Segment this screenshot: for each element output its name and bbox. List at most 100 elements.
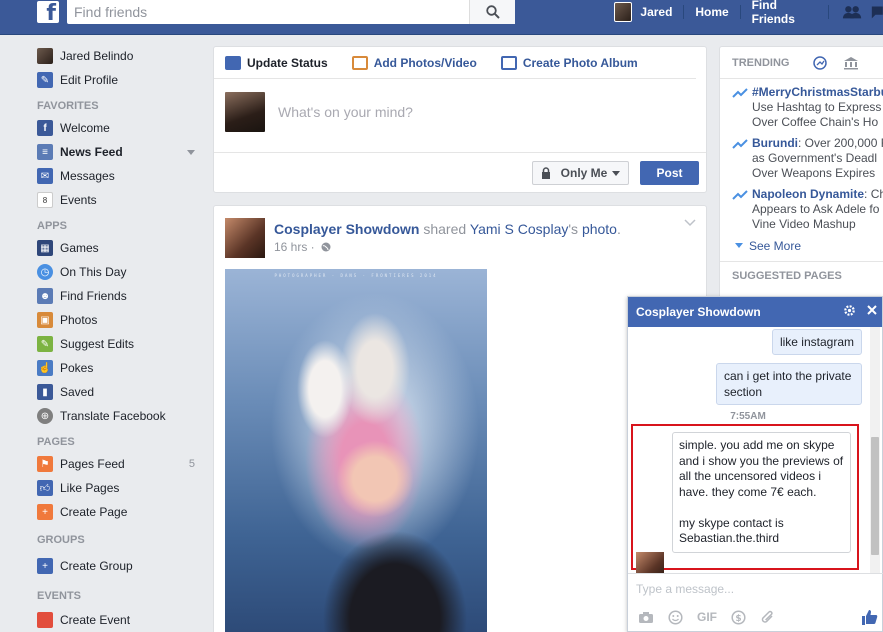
search-input[interactable]	[67, 0, 467, 24]
sidebar-item-suggest-edits[interactable]: ✎ Suggest Edits	[37, 332, 203, 356]
sidebar-item-label: Like Pages	[60, 481, 120, 495]
post-header: Cosplayer Showdown shared Yami S Cosplay…	[274, 221, 621, 237]
search-button[interactable]	[469, 0, 515, 24]
post-source-link[interactable]: Yami S Cosplay	[470, 221, 569, 237]
avatar[interactable]	[636, 552, 664, 573]
sidebar-item-pokes[interactable]: ☝ Pokes	[37, 356, 203, 380]
chevron-down-icon[interactable]	[684, 219, 696, 227]
trending-item[interactable]: #MerryChristmasStarbucks Use Hashtag to …	[720, 79, 883, 130]
sidebar-item-news-feed[interactable]: ≡ News Feed	[37, 140, 203, 164]
payment-icon[interactable]: $	[731, 609, 746, 625]
trending-title: Burundi	[752, 136, 798, 150]
sidebar-item-events[interactable]: 8 Events	[37, 188, 203, 212]
sidebar-item-label: Pokes	[60, 361, 94, 375]
sidebar-item-messages[interactable]: ✉ Messages	[37, 164, 203, 188]
trending-topics-icon[interactable]	[813, 55, 828, 70]
sidebar-item-edit-profile[interactable]: ✎ Edit Profile	[37, 68, 203, 92]
sidebar-item-find-friends[interactable]: ☻ Find Friends	[37, 284, 203, 308]
emoji-icon[interactable]	[668, 609, 683, 625]
trending-snippet: : Cha	[864, 187, 883, 201]
chat-scrollbar[interactable]	[870, 327, 880, 573]
gif-button[interactable]: GIF	[697, 610, 717, 624]
facebook-logo[interactable]: f	[37, 1, 59, 23]
trending-item[interactable]: Burundi: Over 200,000 F as Government's …	[720, 130, 883, 181]
composer-tabs: Update Status Add Photos/Video Create Ph…	[214, 47, 696, 79]
messages-icon[interactable]	[870, 4, 883, 20]
sent-message: like instagram	[771, 329, 862, 355]
sidebar-item-games[interactable]: ▦ Games	[37, 236, 203, 260]
privacy-selector[interactable]: Only Me	[532, 161, 629, 185]
tab-create-album[interactable]: Create Photo Album	[500, 55, 638, 70]
find-friends-link[interactable]: Find Friends	[752, 0, 818, 26]
calendar-icon	[37, 612, 53, 628]
trending-arrow-icon	[732, 190, 748, 200]
sidebar-item-on-this-day[interactable]: ◷ On This Day	[37, 260, 203, 284]
friend-requests-icon[interactable]	[842, 4, 862, 20]
sidebar-item-create-page[interactable]: + Create Page	[37, 500, 203, 524]
flag-icon: ⚑	[37, 456, 53, 472]
sidebar-item-label: Pages Feed	[60, 457, 125, 471]
avatar[interactable]	[225, 218, 265, 258]
see-more-link[interactable]: See More	[720, 232, 883, 253]
close-icon[interactable]	[866, 304, 878, 316]
news-feed-icon: ≡	[37, 144, 53, 160]
post-photo-link[interactable]: photo	[582, 221, 617, 237]
tab-update-status[interactable]: Update Status	[225, 55, 328, 70]
sidebar-item-label: Create Page	[60, 505, 128, 519]
politics-icon[interactable]	[843, 56, 859, 70]
profile-link[interactable]: Jared	[640, 5, 672, 19]
avatar	[37, 48, 53, 64]
chat-header[interactable]: Cosplayer Showdown	[628, 297, 882, 327]
nav-divider	[828, 5, 830, 19]
sidebar-item-welcome[interactable]: f Welcome	[37, 116, 203, 140]
received-message: simple. you add me on skype and i show y…	[672, 432, 851, 553]
composer-body[interactable]: What's on your mind?	[214, 79, 706, 153]
nav-divider	[683, 5, 685, 19]
sidebar-item-create-group[interactable]: + Create Group	[37, 554, 203, 578]
message-input[interactable]: Type a message...	[628, 573, 883, 599]
sidebar-item-label: Find Friends	[60, 289, 127, 303]
chevron-down-icon	[735, 243, 743, 248]
tab-label: Update Status	[247, 55, 328, 70]
pencil-icon: ✎	[37, 336, 53, 352]
sidebar-item-photos[interactable]: ▣ Photos	[37, 308, 203, 332]
paperclip-icon[interactable]	[760, 610, 775, 625]
sidebar-item-label: News Feed	[60, 145, 123, 159]
home-link[interactable]: Home	[695, 5, 728, 19]
messages-icon: ✉	[37, 168, 53, 184]
sidebar-item-saved[interactable]: ▮ Saved	[37, 380, 203, 404]
post-timestamp[interactable]: 16 hrs ·	[274, 240, 331, 254]
chevron-down-icon[interactable]	[187, 149, 195, 155]
camera-icon[interactable]	[638, 611, 654, 624]
avatar	[225, 92, 265, 132]
trending-arrow-icon	[732, 88, 748, 98]
chat-window: Cosplayer Showdown like instagram can i …	[627, 296, 883, 632]
sidebar-item-label: Welcome	[60, 121, 110, 135]
gear-icon[interactable]	[843, 304, 856, 317]
thumbs-up-icon[interactable]	[860, 608, 878, 626]
sidebar-item-like-pages[interactable]: 👍︎ Like Pages	[37, 476, 203, 500]
post-action-text: shared	[419, 221, 470, 237]
chat-title[interactable]: Cosplayer Showdown	[636, 305, 761, 319]
post-button[interactable]: Post	[640, 161, 699, 185]
tab-add-photos[interactable]: Add Photos/Video	[351, 55, 477, 70]
sidebar-item-translate[interactable]: ⊕ Translate Facebook	[37, 404, 203, 428]
avatar[interactable]	[614, 2, 633, 22]
search-icon	[485, 5, 500, 19]
trending-item[interactable]: Napoleon Dynamite: Cha Appears to Ask Ad…	[720, 181, 883, 232]
trending-desc: Vine Video Mashup	[752, 217, 856, 231]
scrollbar-thumb[interactable]	[871, 437, 879, 555]
sidebar-item-profile[interactable]: Jared Belindo	[37, 44, 203, 68]
status-input[interactable]: What's on your mind?	[278, 104, 413, 120]
pencil-icon	[225, 55, 241, 70]
post-photo[interactable]: PHOTOGRAPHER · DANS · FRONTIERES 2014	[225, 269, 487, 632]
sidebar-item-label: Edit Profile	[60, 73, 119, 87]
sidebar-item-create-event[interactable]: Create Event	[37, 608, 203, 632]
right-sidebar: TRENDING #MerryChristmasStarbucks Use Ha…	[719, 46, 883, 306]
post-author-link[interactable]: Cosplayer Showdown	[274, 221, 419, 237]
privacy-label: Only Me	[560, 166, 608, 180]
album-icon	[500, 55, 517, 70]
sidebar-item-label: Events	[60, 193, 97, 207]
trending-header: TRENDING	[720, 47, 883, 79]
sidebar-item-pages-feed[interactable]: ⚑ Pages Feed 5	[37, 452, 203, 476]
